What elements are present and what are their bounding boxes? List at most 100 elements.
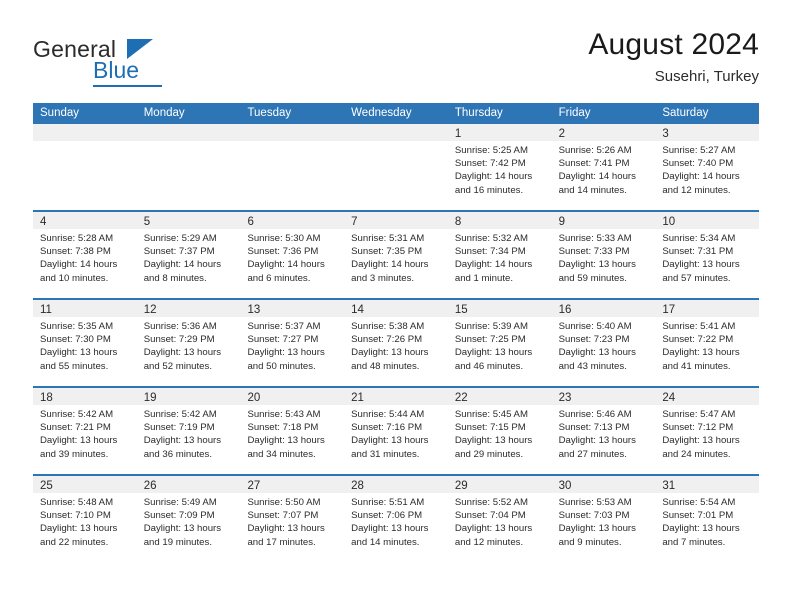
- calendar-day-cell[interactable]: 3 Sunrise: 5:27 AM Sunset: 7:40 PM Daylight…: [655, 124, 760, 210]
- title-block: August 2024 Susehri, Turkey: [588, 28, 759, 86]
- day-number: 3: [662, 128, 669, 140]
- calendar-day-cell[interactable]: 19 Sunrise: 5:42 AM Sunset: 7:19 PM Dayligh…: [136, 388, 241, 474]
- calendar-weeks: 1 Sunrise: 5:25 AM Sunset: 7:42 PM Daylight…: [33, 124, 760, 564]
- calendar-day-cell[interactable]: 4 Sunrise: 5:28 AM Sunset: 7:38 PM Daylight…: [33, 212, 137, 298]
- sunrise-text: Sunrise: 5:25 AM: [454, 145, 528, 156]
- calendar-day-cell[interactable]: 9 Sunrise: 5:33 AM Sunset: 7:33 PM Daylight…: [551, 212, 656, 298]
- sunset-text: Sunset: 7:38 PM: [40, 246, 111, 258]
- calendar-day-cell[interactable]: 31 Sunrise: 5:54 AM Sunset: 7:01 PM Dayligh…: [655, 476, 760, 564]
- calendar-day-cell[interactable]: 21 Sunrise: 5:44 AM Sunset: 7:16 PM Dayligh…: [344, 388, 448, 474]
- sunrise-text: Sunrise: 5:26 AM: [558, 145, 632, 156]
- sunset-text: Sunset: 7:40 PM: [662, 158, 734, 170]
- day-number: 24: [662, 392, 676, 404]
- calendar-day-cell[interactable]: 15 Sunrise: 5:39 AM Sunset: 7:25 PM Dayligh…: [447, 300, 552, 386]
- calendar-cell-empty: [136, 124, 241, 210]
- sun-times-info: Sunrise: 5:29 AM Sunset: 7:37 PM Daylight:…: [137, 229, 241, 285]
- day-number-band: 23: [551, 388, 656, 405]
- daylight-text: Daylight: 14 hours and 16 minutes.: [454, 171, 533, 196]
- sunrise-text: Sunrise: 5:43 AM: [247, 409, 321, 420]
- day-number: 27: [247, 480, 261, 492]
- day-number-band: 10: [655, 212, 760, 229]
- daylight-text: Daylight: 14 hours and 10 minutes.: [40, 259, 118, 284]
- day-number-band: [136, 124, 241, 141]
- calendar-week-row: 18 Sunrise: 5:42 AM Sunset: 7:21 PM Dayligh…: [33, 388, 760, 476]
- calendar-week-row: 4 Sunrise: 5:28 AM Sunset: 7:38 PM Daylight…: [33, 212, 760, 300]
- sunset-text: Sunset: 7:31 PM: [662, 246, 734, 258]
- general-blue-logo[interactable]: General Blue: [33, 36, 213, 88]
- sunrise-text: Sunrise: 5:34 AM: [662, 233, 736, 244]
- sunrise-text: Sunrise: 5:40 AM: [558, 321, 632, 332]
- calendar-day-cell[interactable]: 17 Sunrise: 5:41 AM Sunset: 7:22 PM Dayligh…: [655, 300, 760, 386]
- calendar-cell-empty: [240, 124, 345, 210]
- sun-times-info: Sunrise: 5:34 AM Sunset: 7:31 PM Daylight:…: [655, 229, 759, 285]
- day-of-week-header: Sunday: [40, 107, 80, 119]
- calendar-day-cell[interactable]: 22 Sunrise: 5:45 AM Sunset: 7:15 PM Dayligh…: [447, 388, 552, 474]
- calendar-day-cell[interactable]: 29 Sunrise: 5:52 AM Sunset: 7:04 PM Dayligh…: [447, 476, 552, 564]
- day-number-band: 1: [447, 124, 552, 141]
- daylight-text: Daylight: 13 hours and 50 minutes.: [247, 347, 325, 372]
- sun-times-info: Sunrise: 5:42 AM Sunset: 7:19 PM Daylight:…: [137, 405, 241, 461]
- day-of-week-header: Wednesday: [351, 107, 412, 119]
- calendar-day-cell[interactable]: 27 Sunrise: 5:50 AM Sunset: 7:07 PM Dayligh…: [240, 476, 345, 564]
- sunset-text: Sunset: 7:18 PM: [247, 422, 319, 434]
- sun-times-info: Sunrise: 5:28 AM Sunset: 7:38 PM Daylight:…: [33, 229, 137, 285]
- calendar-day-cell[interactable]: 12 Sunrise: 5:36 AM Sunset: 7:29 PM Dayligh…: [136, 300, 241, 386]
- daylight-text: Daylight: 13 hours and 34 minutes.: [247, 435, 325, 460]
- sunset-text: Sunset: 7:19 PM: [143, 422, 215, 434]
- daylight-text: Daylight: 14 hours and 8 minutes.: [143, 259, 222, 284]
- page-header: General Blue August 2024 Susehri, Turkey: [0, 0, 792, 103]
- sun-times-info: Sunrise: 5:30 AM Sunset: 7:36 PM Daylight:…: [240, 229, 344, 285]
- sun-times-info: Sunrise: 5:27 AM Sunset: 7:40 PM Daylight:…: [655, 141, 759, 197]
- calendar-day-cell[interactable]: 14 Sunrise: 5:38 AM Sunset: 7:26 PM Dayligh…: [344, 300, 448, 386]
- day-number: 16: [558, 304, 572, 316]
- sunset-text: Sunset: 7:10 PM: [40, 510, 111, 522]
- sun-times-info: Sunrise: 5:31 AM Sunset: 7:35 PM Daylight:…: [344, 229, 448, 285]
- calendar-week-row: 25 Sunrise: 5:48 AM Sunset: 7:10 PM Dayligh…: [33, 476, 760, 564]
- calendar-day-cell[interactable]: 13 Sunrise: 5:37 AM Sunset: 7:27 PM Dayligh…: [240, 300, 345, 386]
- sunrise-text: Sunrise: 5:50 AM: [247, 497, 321, 508]
- sunrise-text: Sunrise: 5:27 AM: [662, 145, 736, 156]
- calendar-day-cell[interactable]: 16 Sunrise: 5:40 AM Sunset: 7:23 PM Dayligh…: [551, 300, 656, 386]
- calendar-day-cell[interactable]: 1 Sunrise: 5:25 AM Sunset: 7:42 PM Daylight…: [447, 124, 552, 210]
- sun-times-info: Sunrise: 5:52 AM Sunset: 7:04 PM Daylight:…: [448, 493, 552, 549]
- day-number: 30: [558, 480, 572, 492]
- calendar-day-cell[interactable]: 26 Sunrise: 5:49 AM Sunset: 7:09 PM Dayligh…: [136, 476, 241, 564]
- calendar-day-cell[interactable]: 24 Sunrise: 5:47 AM Sunset: 7:12 PM Dayligh…: [655, 388, 760, 474]
- sunrise-text: Sunrise: 5:46 AM: [558, 409, 632, 420]
- day-number-band: 22: [447, 388, 552, 405]
- day-number-band: 26: [136, 476, 241, 493]
- day-number-band: [240, 124, 345, 141]
- calendar-day-cell[interactable]: 2 Sunrise: 5:26 AM Sunset: 7:41 PM Daylight…: [551, 124, 656, 210]
- sun-times-info: Sunrise: 5:43 AM Sunset: 7:18 PM Daylight:…: [240, 405, 344, 461]
- sunrise-text: Sunrise: 5:33 AM: [558, 233, 632, 244]
- sunset-text: Sunset: 7:03 PM: [558, 510, 630, 522]
- calendar-day-cell[interactable]: 6 Sunrise: 5:30 AM Sunset: 7:36 PM Daylight…: [240, 212, 345, 298]
- calendar-day-cell[interactable]: 23 Sunrise: 5:46 AM Sunset: 7:13 PM Dayligh…: [551, 388, 656, 474]
- calendar-day-cell[interactable]: 20 Sunrise: 5:43 AM Sunset: 7:18 PM Dayligh…: [240, 388, 345, 474]
- day-number-band: 29: [447, 476, 552, 493]
- calendar-day-cell[interactable]: 18 Sunrise: 5:42 AM Sunset: 7:21 PM Dayligh…: [33, 388, 137, 474]
- calendar-cell-empty: [344, 124, 448, 210]
- sunrise-text: Sunrise: 5:42 AM: [40, 409, 114, 420]
- calendar-day-cell[interactable]: 5 Sunrise: 5:29 AM Sunset: 7:37 PM Daylight…: [136, 212, 241, 298]
- day-number-band: 27: [240, 476, 345, 493]
- calendar-day-cell[interactable]: 10 Sunrise: 5:34 AM Sunset: 7:31 PM Dayligh…: [655, 212, 760, 298]
- day-number: 10: [662, 216, 676, 228]
- calendar-day-cell[interactable]: 8 Sunrise: 5:32 AM Sunset: 7:34 PM Daylight…: [447, 212, 552, 298]
- calendar-day-cell[interactable]: 28 Sunrise: 5:51 AM Sunset: 7:06 PM Dayligh…: [344, 476, 448, 564]
- calendar-day-cell[interactable]: 7 Sunrise: 5:31 AM Sunset: 7:35 PM Daylight…: [344, 212, 448, 298]
- day-number-band: 4: [33, 212, 137, 229]
- day-number: 31: [662, 480, 676, 492]
- day-number: 11: [40, 304, 52, 316]
- day-number-band: 16: [551, 300, 656, 317]
- sun-times-info: Sunrise: 5:35 AM Sunset: 7:30 PM Daylight:…: [33, 317, 137, 373]
- day-number: 13: [247, 304, 261, 316]
- sun-times-info: Sunrise: 5:46 AM Sunset: 7:13 PM Daylight:…: [552, 405, 656, 461]
- sunset-text: Sunset: 7:16 PM: [351, 422, 423, 434]
- sunrise-text: Sunrise: 5:36 AM: [143, 321, 217, 332]
- sunrise-text: Sunrise: 5:48 AM: [40, 497, 114, 508]
- sunrise-text: Sunrise: 5:53 AM: [558, 497, 632, 508]
- calendar-day-cell[interactable]: 11 Sunrise: 5:35 AM Sunset: 7:30 PM Dayligh…: [33, 300, 137, 386]
- calendar-day-cell[interactable]: 30 Sunrise: 5:53 AM Sunset: 7:03 PM Dayligh…: [551, 476, 656, 564]
- calendar-day-cell[interactable]: 25 Sunrise: 5:48 AM Sunset: 7:10 PM Dayligh…: [33, 476, 137, 564]
